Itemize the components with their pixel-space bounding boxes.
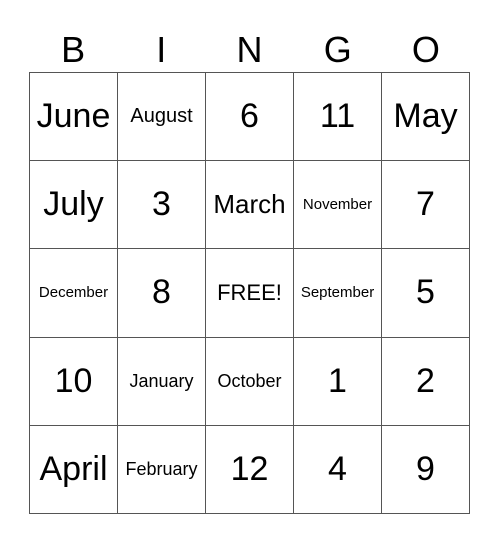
bingo-cell[interactable]: February <box>117 424 206 515</box>
header-letter-g: G <box>323 29 352 70</box>
bingo-cell[interactable]: 9 <box>381 424 470 515</box>
free-space-cell[interactable]: FREE! <box>205 248 294 338</box>
grid-row: 10 January October 1 2 <box>29 336 470 426</box>
bingo-cell[interactable]: 10 <box>29 336 118 426</box>
grid-row: April February 12 4 9 <box>29 424 470 515</box>
bingo-cell[interactable]: 3 <box>117 160 206 250</box>
header-letter-b: B <box>61 29 86 70</box>
bingo-cell[interactable]: March <box>205 160 294 250</box>
bingo-cell[interactable]: May <box>381 71 470 162</box>
bingo-cell[interactable]: November <box>293 160 382 250</box>
grid-row: July 3 March November 7 <box>29 160 470 250</box>
header-letter-n: N <box>236 29 263 70</box>
bingo-cell[interactable]: September <box>293 248 382 338</box>
bingo-cell[interactable]: 12 <box>205 424 294 515</box>
bingo-cell[interactable]: December <box>29 248 118 338</box>
bingo-cell[interactable]: January <box>117 336 206 426</box>
bingo-cell[interactable]: July <box>29 160 118 250</box>
bingo-cell[interactable]: April <box>29 424 118 515</box>
bingo-cell[interactable]: October <box>205 336 294 426</box>
bingo-cell[interactable]: 4 <box>293 424 382 515</box>
grid-row: June August 6 11 May <box>29 71 470 162</box>
bingo-grid: June August 6 11 May July 3 March Novemb… <box>29 71 470 515</box>
header-letter-o: O <box>411 29 440 70</box>
bingo-cell[interactable]: 1 <box>293 336 382 426</box>
header-letter-i: I <box>156 29 167 70</box>
bingo-cell[interactable]: 7 <box>381 160 470 250</box>
bingo-cell[interactable]: 6 <box>205 71 294 162</box>
bingo-cell[interactable]: August <box>117 71 206 162</box>
bingo-cell[interactable]: 5 <box>381 248 470 338</box>
bingo-header: B I N G O <box>29 28 470 72</box>
bingo-cell[interactable]: 8 <box>117 248 206 338</box>
bingo-cell[interactable]: 2 <box>381 336 470 426</box>
bingo-cell[interactable]: June <box>29 71 118 162</box>
grid-row: December 8 FREE! September 5 <box>29 248 470 338</box>
bingo-cell[interactable]: 11 <box>293 71 382 162</box>
